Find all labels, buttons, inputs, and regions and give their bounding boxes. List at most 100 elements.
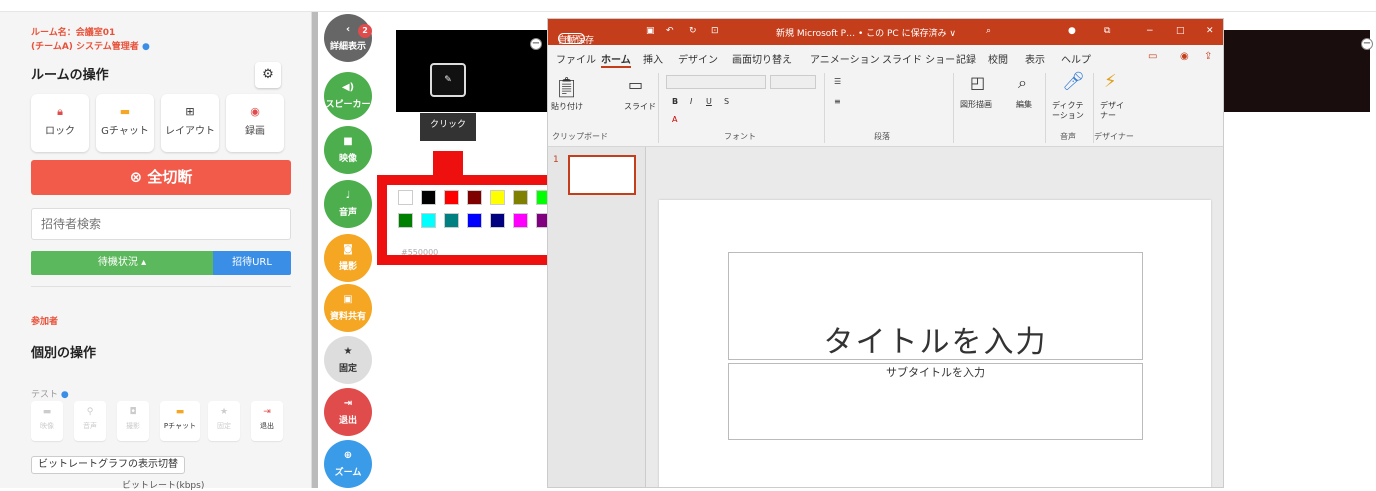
font-name-select[interactable]: [666, 75, 766, 89]
account-icon[interactable]: ●: [1068, 26, 1076, 36]
bullets-icon[interactable]: ☰: [834, 77, 841, 86]
color-hex-input[interactable]: #550000: [401, 248, 438, 257]
speaker-button[interactable]: ◀) スピーカー: [324, 72, 372, 120]
tab-help[interactable]: ヘルプ: [1061, 51, 1091, 66]
indiv-audio-button[interactable]: ⚲ 音声: [74, 401, 106, 441]
ribbon-options-icon[interactable]: ⧉: [1104, 26, 1110, 36]
share-docs-button[interactable]: ▣ 資料共有: [324, 284, 372, 332]
invite-url-button[interactable]: 招待URL: [213, 251, 291, 275]
color-swatch[interactable]: [490, 190, 505, 205]
indiv-video-button[interactable]: ▬ 映像: [31, 401, 63, 441]
room-ops-title: ルームの操作: [31, 68, 109, 83]
new-slide-icon[interactable]: ▭: [628, 75, 643, 94]
indiv-pin-button[interactable]: ★ 固定: [208, 401, 240, 441]
color-swatch[interactable]: [513, 213, 528, 228]
align-icon[interactable]: ≡: [834, 97, 841, 106]
record-icon[interactable]: ◉: [1180, 51, 1189, 62]
color-swatch[interactable]: [398, 213, 413, 228]
dictate-icon[interactable]: 🎤︎: [1062, 71, 1085, 92]
gear-icon[interactable]: ⚙: [255, 62, 281, 88]
collapse-icon[interactable]: −: [530, 38, 542, 50]
tab-home[interactable]: ホーム: [601, 51, 631, 68]
detail-view-button[interactable]: ‹ 詳細表示: [324, 14, 372, 62]
strikethrough-icon[interactable]: S: [724, 97, 729, 106]
record-button[interactable]: ◉ 録画: [226, 94, 284, 152]
italic-icon[interactable]: I: [690, 97, 692, 106]
color-swatch[interactable]: [513, 190, 528, 205]
indiv-capture-button[interactable]: ◘ 撮影: [117, 401, 149, 441]
font-size-select[interactable]: [770, 75, 816, 89]
minimize-icon[interactable]: −: [1146, 26, 1154, 36]
disconnect-all-button[interactable]: ⊗ 全切断: [31, 160, 291, 195]
save-icon[interactable]: ▣: [646, 26, 655, 36]
exit-icon: ⇥: [343, 398, 353, 409]
autosave-toggle[interactable]: オフ: [558, 33, 585, 44]
zoom-button[interactable]: ⊕ ズーム: [324, 440, 372, 488]
tab-view[interactable]: 表示: [1025, 51, 1045, 66]
tab-slideshow[interactable]: スライド ショー: [882, 51, 955, 66]
group-voice: 音声: [1060, 132, 1076, 141]
exit-button[interactable]: ⇥ 退出: [324, 388, 372, 436]
lock-button[interactable]: 🔒︎ ロック: [31, 94, 89, 152]
click-tool-button[interactable]: クリック: [420, 113, 476, 141]
document-title[interactable]: 新規 Microsoft P… • この PC に保存済み ∨: [776, 26, 956, 39]
find-icon[interactable]: ⌕: [1018, 73, 1027, 93]
tab-record[interactable]: 記録: [956, 51, 976, 66]
designer-icon[interactable]: ⚡︎: [1104, 71, 1117, 92]
redo-icon[interactable]: ↻: [689, 26, 697, 36]
new-slide-button[interactable]: スライド: [624, 101, 656, 112]
layout-button[interactable]: ⊞ レイアウト: [161, 94, 219, 152]
tab-design[interactable]: デザイン: [678, 51, 718, 66]
info-icon[interactable]: ●: [61, 390, 69, 400]
invitee-search-input[interactable]: [31, 208, 291, 240]
edit-button[interactable]: 編集: [1016, 99, 1032, 110]
search-icon[interactable]: ⌕: [986, 26, 991, 36]
pin-button[interactable]: ★ 固定: [324, 336, 372, 384]
slide-thumbnail[interactable]: [568, 155, 636, 195]
shapes-icon[interactable]: ◰: [970, 73, 985, 92]
gchat-button[interactable]: ▬ Gチャット: [96, 94, 154, 152]
color-swatch[interactable]: [467, 213, 482, 228]
share-icon[interactable]: ⇪: [1204, 51, 1212, 62]
tab-animations[interactable]: アニメーション: [810, 51, 880, 66]
video-button[interactable]: ■ 映像: [324, 126, 372, 174]
paste-button[interactable]: 貼り付け: [551, 101, 583, 112]
tab-review[interactable]: 校閲: [988, 51, 1008, 66]
tab-file[interactable]: ファイル: [556, 51, 596, 66]
audio-button[interactable]: ♩ 音声: [324, 180, 372, 228]
group-designer: デザイナー: [1094, 132, 1134, 141]
indiv-exit-button[interactable]: ⇥ 退出: [251, 401, 283, 441]
color-swatch[interactable]: [421, 213, 436, 228]
color-swatch[interactable]: [444, 190, 459, 205]
waiting-status-button[interactable]: 待機状況 ▴: [31, 251, 213, 275]
font-color-icon[interactable]: A: [672, 115, 677, 124]
collapse-icon[interactable]: −: [1361, 38, 1373, 50]
color-swatch[interactable]: [467, 190, 482, 205]
color-swatch[interactable]: [421, 190, 436, 205]
maximize-icon[interactable]: □: [1176, 26, 1185, 36]
bitrate-toggle-button[interactable]: ビットレートグラフの表示切替: [31, 456, 185, 474]
bold-icon[interactable]: B: [672, 97, 678, 106]
present-icon[interactable]: ⊡: [711, 26, 719, 36]
color-swatch[interactable]: [398, 190, 413, 205]
title-placeholder[interactable]: タイトルを入力: [728, 252, 1143, 360]
video-tile-left: [396, 30, 548, 112]
tab-transitions[interactable]: 画面切り替え: [732, 51, 792, 66]
pen-tool-button[interactable]: ✎: [430, 63, 466, 97]
undo-icon[interactable]: ↶: [666, 26, 674, 36]
dictate-button[interactable]: ディクテーション: [1052, 101, 1086, 121]
info-icon[interactable]: ●: [142, 42, 150, 52]
comment-icon[interactable]: ▭: [1148, 51, 1157, 62]
close-icon[interactable]: ✕: [1206, 26, 1214, 36]
underline-icon[interactable]: U: [706, 97, 712, 106]
subtitle-placeholder[interactable]: サブタイトルを入力: [728, 363, 1143, 440]
color-swatch[interactable]: [490, 213, 505, 228]
panel-scrollbar[interactable]: [312, 12, 318, 488]
designer-button[interactable]: デザイナー: [1100, 101, 1130, 121]
tab-insert[interactable]: 挿入: [643, 51, 663, 66]
indiv-pchat-button[interactable]: ▬ Pチャット: [160, 401, 200, 441]
color-swatch[interactable]: [444, 213, 459, 228]
paste-icon[interactable]: 📋︎: [554, 75, 579, 99]
capture-button[interactable]: ◙ 撮影: [324, 234, 372, 282]
drawing-button[interactable]: 図形描画: [960, 99, 992, 110]
